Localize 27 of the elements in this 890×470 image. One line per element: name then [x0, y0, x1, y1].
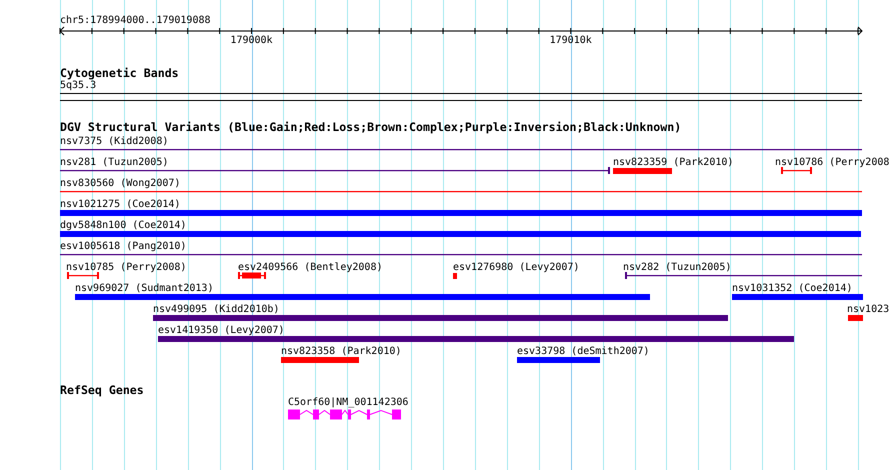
- variant-label: nsv823358 (Park2010): [281, 347, 402, 357]
- variant-label: esv1419350 (Levy2007): [158, 326, 284, 336]
- variant-label: nsv1023: [847, 305, 890, 315]
- track-title: Cytogenetic Bands: [60, 67, 179, 80]
- variant-label: nsv969027 (Sudmant2013): [75, 284, 214, 294]
- variant-label: nsv823359 (Park2010): [613, 158, 734, 168]
- variant-label: dgv5848n100 (Coe2014): [60, 221, 186, 231]
- variant-label: nsv830560 (Wong2007): [60, 179, 180, 189]
- variant-label: nsv499095 (Kidd2010b): [153, 305, 280, 315]
- variant-label: nsv1021275 (Coe2014): [60, 200, 180, 210]
- variant-label: esv1005618 (Pang2010): [60, 242, 186, 252]
- variant-label: nsv282 (Tuzun2005): [623, 263, 732, 273]
- track-title: DGV Structural Variants (Blue:Gain;Red:Loss;Brown:Complex;Purple:Inversion;Black:Unknown): [60, 121, 682, 134]
- variant-label: nsv10785 (Perry2008): [66, 263, 186, 273]
- gene-label: C5orf60|NM_001142306: [288, 397, 408, 408]
- ruler-title: chr5:178994000..179019088: [60, 15, 211, 26]
- variant-label: nsv10786 (Perry2008: [775, 158, 890, 168]
- variant-label: nsv281 (Tuzun2005): [60, 158, 168, 168]
- variant-label: nsv1031352 (Coe2014): [732, 284, 852, 294]
- variant-label: esv2409566 (Bentley2008): [238, 263, 382, 273]
- variant-label: nsv7375 (Kidd2008): [60, 137, 168, 147]
- track-title: RefSeq Genes: [60, 384, 144, 397]
- variant-label: esv33798 (deSmith2007): [517, 347, 650, 357]
- band-label: 5q35.3: [60, 80, 96, 91]
- ruler-tick-label: 179010k: [550, 35, 592, 46]
- ruler-tick-label: 179000k: [230, 35, 273, 46]
- variant-label: esv1276980 (Levy2007): [453, 263, 580, 273]
